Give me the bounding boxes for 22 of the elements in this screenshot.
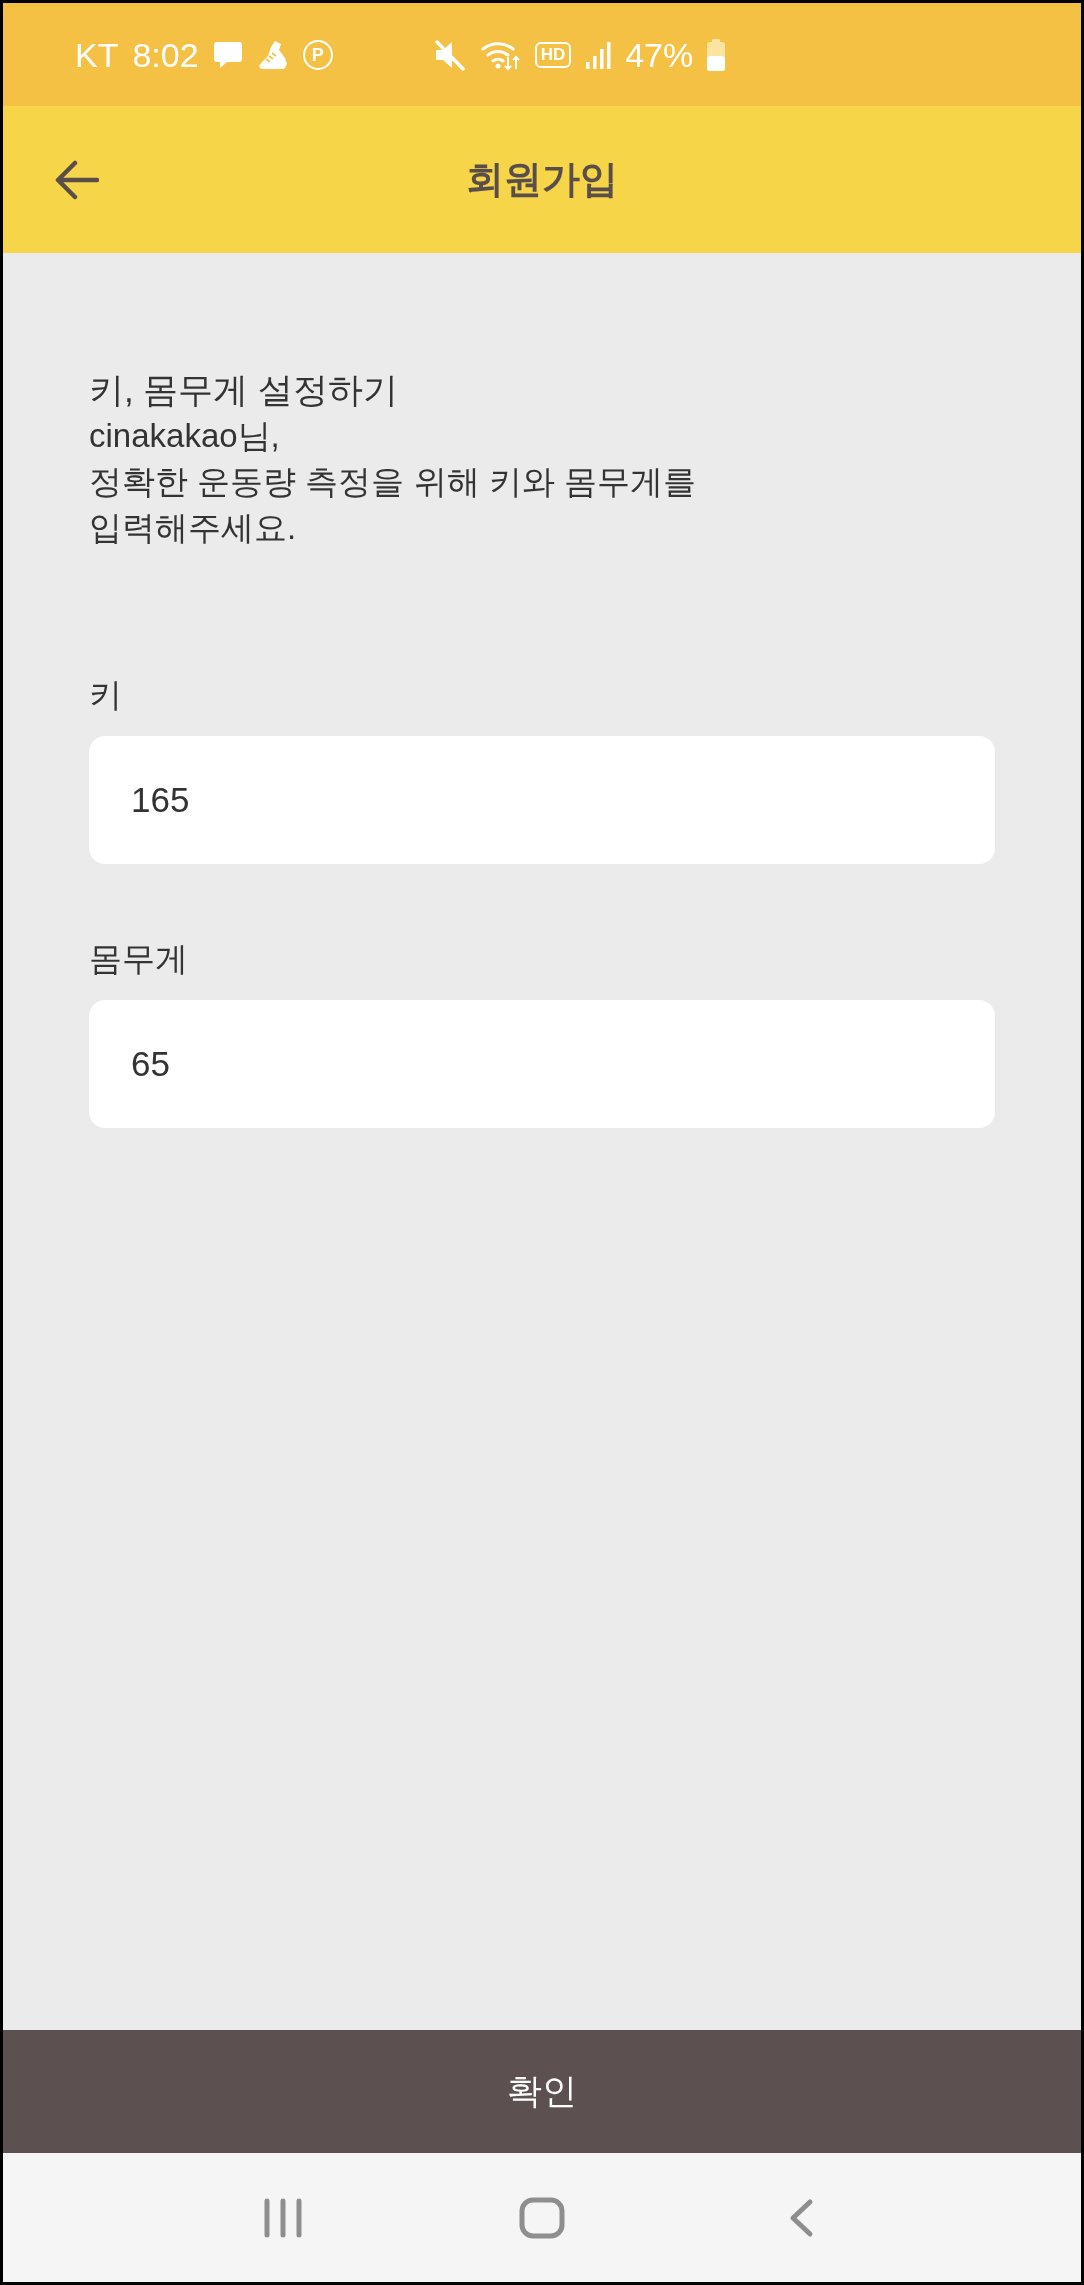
home-icon[interactable] bbox=[519, 2196, 565, 2239]
back-arrow-icon[interactable] bbox=[55, 159, 99, 200]
carrier-text: KT bbox=[75, 34, 119, 75]
clock-text: 8:02 bbox=[132, 34, 199, 75]
battery-percent-text: 47% bbox=[625, 34, 694, 75]
recent-apps-icon[interactable] bbox=[262, 2197, 303, 2238]
input-field[interactable]: 165 bbox=[89, 736, 995, 864]
field-label: 키 bbox=[89, 675, 123, 715]
hd-badge: HD bbox=[534, 41, 572, 68]
signal-icon bbox=[585, 39, 612, 70]
mute-icon bbox=[432, 38, 467, 71]
battery-icon bbox=[707, 38, 726, 71]
shoe-icon bbox=[256, 38, 289, 71]
back-chevron-icon[interactable] bbox=[788, 2197, 815, 2238]
app-badge: P bbox=[302, 39, 333, 70]
page-title: 회원가입 bbox=[466, 157, 618, 202]
instruction-text: cinakakao님, 정확한 운동량 측정을 위해 키와 몸무게를 입력해주세요. bbox=[89, 416, 697, 548]
input-field[interactable]: 65 bbox=[89, 1000, 995, 1128]
field-label: 몸무게 bbox=[89, 939, 189, 979]
chat-bubble-icon bbox=[212, 40, 243, 69]
section-heading: 키, 몸무게 설정하기 bbox=[89, 369, 400, 411]
confirm-button[interactable]: 확인 bbox=[3, 2030, 1081, 2153]
